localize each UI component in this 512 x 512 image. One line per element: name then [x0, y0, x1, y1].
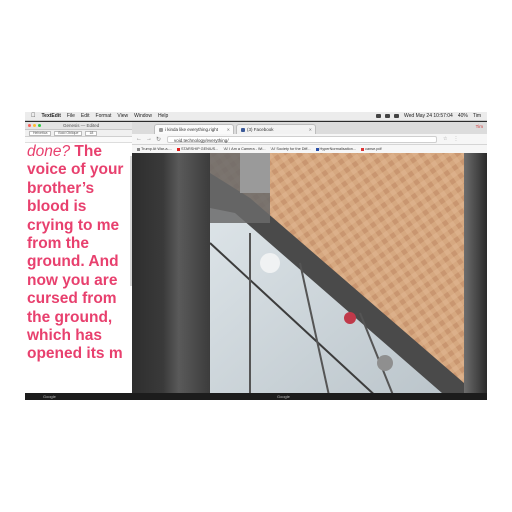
document-line: blood is: [27, 198, 131, 216]
document-line-text: opened its m: [27, 345, 123, 363]
page-favicon-icon: [159, 127, 163, 132]
document-line-text: the ground,: [27, 308, 113, 326]
menubar-battery[interactable]: 40%: [458, 113, 468, 119]
menubar-user[interactable]: Tim: [473, 113, 481, 119]
textedit-document[interactable]: done? The voice of your brother’s blood is c…: [25, 143, 133, 373]
volume-icon[interactable]: [394, 114, 399, 118]
document-line: done? The: [27, 143, 131, 161]
textedit-format-toolbar: Helvetica Bold Oblique 18: [25, 130, 133, 137]
bookmark-star-icon[interactable]: ☆: [443, 136, 447, 142]
textedit-titlebar[interactable]: Genesis — Edited: [25, 122, 133, 130]
macos-menubar:  TextEdit File Edit Format View Window …: [25, 112, 487, 121]
screen-recording:  TextEdit File Edit Format View Window …: [25, 112, 487, 400]
bookmark-item[interactable]: STARSHIP GENIUS...: [176, 147, 218, 151]
document-line-text: voice of your: [27, 161, 124, 179]
tab-facebook[interactable]: (3) Facebook ✕: [236, 124, 316, 134]
wifi-icon[interactable]: [385, 114, 390, 118]
document-line: the ground,: [27, 309, 131, 327]
document-line-text: done?: [27, 143, 71, 160]
document-line-text: which has: [27, 327, 102, 345]
font-family-select[interactable]: Helvetica: [29, 130, 52, 136]
bookmark-item[interactable]: 'Ai' I Am a Camera - Wi...: [223, 147, 265, 151]
tab-everything[interactable]: i kinda like everything.right ✕: [154, 124, 234, 134]
minimize-window-icon[interactable]: [33, 124, 36, 127]
youtube-icon: [176, 147, 180, 151]
document-line-text: crying to me: [27, 216, 120, 234]
dropbox-icon[interactable]: [376, 114, 381, 118]
document-line: cursed from: [27, 290, 131, 308]
chrome-toolbar: ← → ↻ void.technology/everything/ ☆ ⋮: [132, 134, 487, 145]
document-line: from the: [27, 235, 131, 253]
menu-help[interactable]: Help: [158, 113, 168, 119]
chrome-tabbar: i kinda like everything.right ✕ (3) Face…: [132, 122, 487, 134]
menu-window[interactable]: Window: [134, 113, 152, 119]
tab-label: (3) Facebook: [247, 127, 274, 132]
address-bar[interactable]: void.technology/everything/: [167, 135, 438, 143]
document-line-text: ground. And: [27, 253, 119, 271]
chrome-profile-button[interactable]: Tim: [476, 124, 483, 129]
font-style-select[interactable]: Bold Oblique: [54, 130, 83, 136]
menubar-datetime[interactable]: Wed May 24 10:57:04: [404, 113, 453, 119]
red-object: [344, 312, 356, 324]
menu-format[interactable]: Format: [96, 113, 112, 119]
white-object: [260, 253, 280, 273]
menu-edit[interactable]: Edit: [81, 113, 90, 119]
document-line: brother’s: [27, 180, 131, 198]
document-line-text: The: [70, 143, 102, 160]
rotated-photo: [210, 153, 464, 400]
photo-svg: [210, 153, 464, 400]
bottom-strip: Google Google: [25, 393, 487, 400]
menubar-status-area: Wed May 24 10:57:04 40% Tim: [372, 112, 481, 120]
reload-icon[interactable]: ↻: [156, 136, 161, 143]
grey-object: [377, 355, 393, 371]
bookmark-favicon-icon: [137, 147, 140, 151]
document-line-text: from the: [27, 235, 89, 253]
bookmark-item[interactable]: 'Ai' Society for the Diff...: [271, 147, 311, 151]
document-line: opened its m: [27, 345, 131, 363]
pdf-icon: [361, 147, 365, 151]
webpage-content[interactable]: [132, 153, 487, 400]
font-size-select[interactable]: 18: [85, 130, 98, 136]
zoom-window-icon[interactable]: [38, 124, 41, 127]
bookmark-item[interactable]: canse.pdf: [361, 147, 382, 151]
document-line-text: brother’s: [27, 179, 95, 197]
apple-menu-icon[interactable]: : [31, 113, 36, 119]
back-arrow-icon[interactable]: ←: [136, 136, 142, 142]
forward-arrow-icon[interactable]: →: [146, 136, 152, 142]
document-line: now you are: [27, 272, 131, 290]
bookmark-favicon-icon: [315, 147, 319, 151]
chrome-menu-icon[interactable]: ⋮: [454, 136, 459, 142]
left-blur-panel: [132, 153, 210, 400]
chrome-window: i kinda like everything.right ✕ (3) Face…: [132, 122, 487, 400]
menu-file[interactable]: File: [67, 113, 75, 119]
facebook-icon: [241, 127, 245, 132]
tab-label: i kinda like everything.right: [165, 127, 219, 132]
google-label[interactable]: Google: [43, 394, 56, 399]
document-line: ground. And: [27, 253, 131, 271]
menu-app-name[interactable]: TextEdit: [42, 113, 61, 119]
close-window-icon[interactable]: [28, 124, 31, 127]
right-blur-panel: [464, 153, 487, 400]
document-line-text: blood is: [27, 198, 87, 216]
close-tab-icon[interactable]: ✕: [227, 127, 230, 132]
document-line: which has: [27, 327, 131, 345]
google-label[interactable]: Google: [277, 394, 290, 399]
grey-object: [240, 153, 270, 193]
document-line: crying to me: [27, 217, 131, 235]
textedit-window: Genesis — Edited Helvetica Bold Oblique …: [25, 122, 134, 400]
bookmark-item[interactable]: HyperNormalisation...: [315, 147, 356, 151]
bookmark-item[interactable]: Trump At War-a-...: [137, 147, 172, 151]
textedit-window-title: Genesis — Edited: [63, 123, 100, 128]
close-tab-icon[interactable]: ✕: [309, 127, 312, 132]
document-line-text: now you are: [27, 271, 118, 289]
document-line: voice of your: [27, 161, 131, 179]
document-line-text: cursed from: [27, 290, 117, 308]
menu-view[interactable]: View: [117, 113, 128, 119]
